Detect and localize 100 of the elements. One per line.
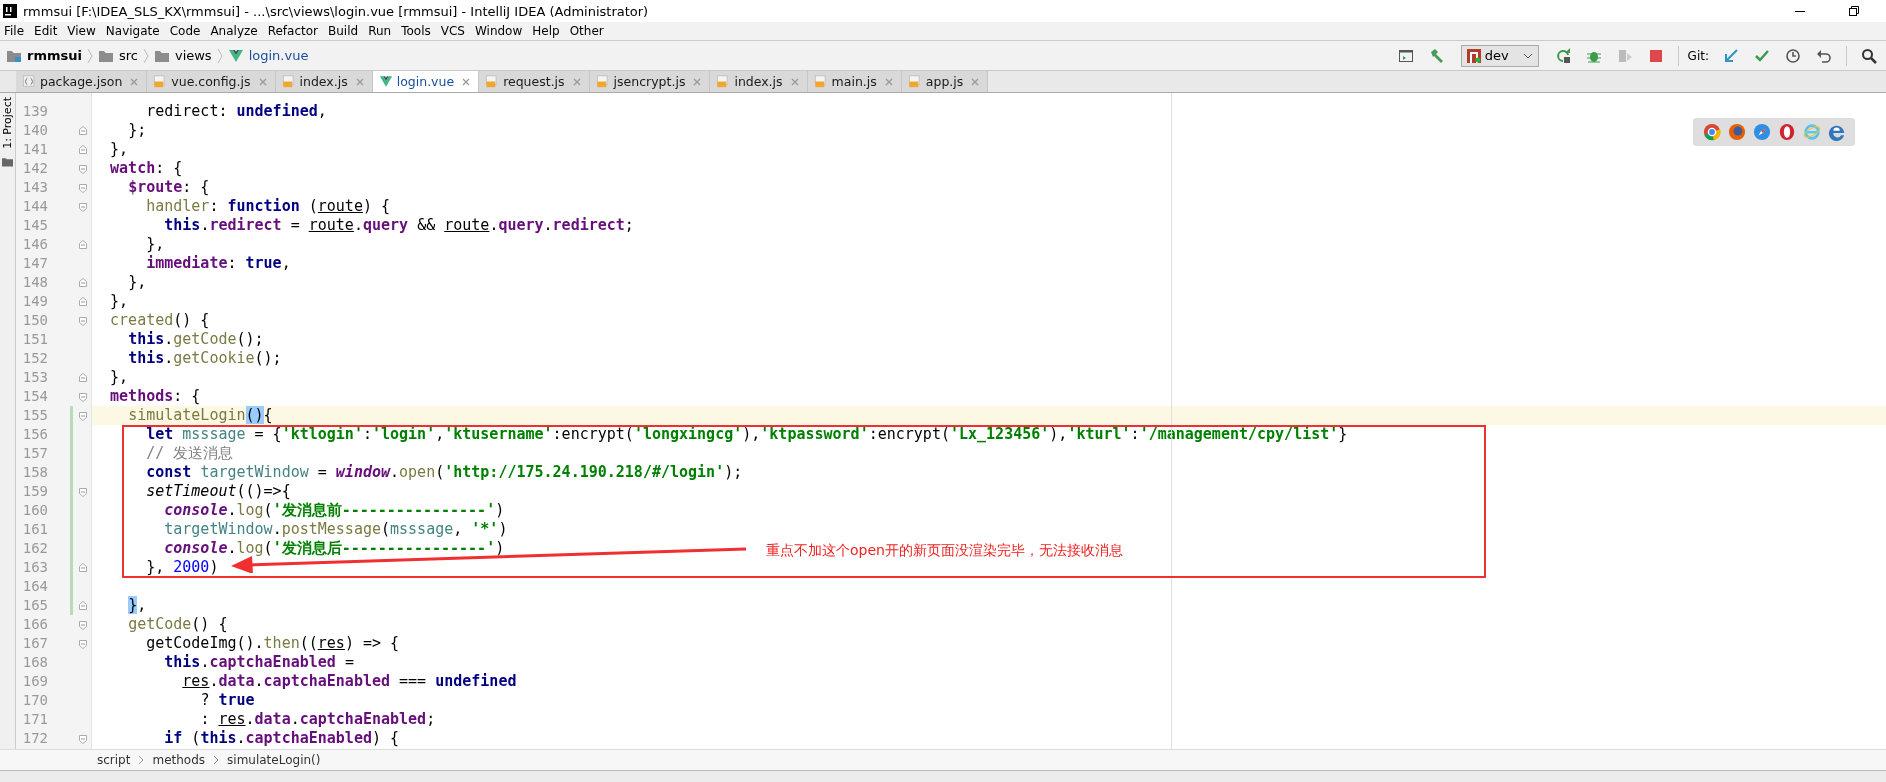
project-tool-tab[interactable]: 1: Project bbox=[1, 93, 14, 153]
menu-item[interactable]: Analyze bbox=[210, 24, 258, 38]
fold-icon[interactable] bbox=[77, 486, 88, 497]
menu-item[interactable]: Help bbox=[532, 24, 560, 38]
property-name: captchaEnabled bbox=[209, 653, 336, 671]
chrome-icon[interactable] bbox=[1702, 123, 1721, 141]
code-text: (( bbox=[299, 634, 318, 652]
property-name: $route bbox=[128, 178, 183, 196]
menu-item[interactable]: Tools bbox=[401, 24, 431, 38]
menu-item[interactable]: Refactor bbox=[267, 24, 319, 38]
arrow-icon[interactable] bbox=[1723, 47, 1739, 64]
coverage-icon[interactable] bbox=[1616, 47, 1633, 64]
folder-icon[interactable] bbox=[2, 156, 13, 167]
fold-icon[interactable] bbox=[77, 372, 88, 383]
menu-item[interactable]: Build bbox=[328, 24, 359, 38]
code-text: . bbox=[489, 216, 499, 234]
close-icon[interactable] bbox=[461, 76, 472, 87]
code-text: (()=>{ bbox=[236, 482, 291, 500]
string-literal: 'Lx_123456' bbox=[949, 425, 1050, 443]
compass-icon[interactable] bbox=[1752, 123, 1771, 141]
ie-icon[interactable] bbox=[1802, 123, 1821, 141]
close-icon[interactable] bbox=[129, 76, 140, 87]
menu-item[interactable]: Window bbox=[474, 24, 523, 38]
opera-icon[interactable] bbox=[1777, 123, 1796, 141]
menu-item[interactable]: VCS bbox=[440, 24, 465, 38]
code-text: (); bbox=[254, 349, 282, 367]
fold-icon[interactable] bbox=[77, 277, 88, 288]
menu-item[interactable]: Code bbox=[169, 24, 201, 38]
fold-icon[interactable] bbox=[77, 201, 88, 212]
fold-icon[interactable] bbox=[77, 315, 88, 326]
menu-item[interactable]: View bbox=[67, 24, 96, 38]
breadcrumb-item[interactable]: rmmsui bbox=[27, 48, 82, 63]
breadcrumb-item[interactable]: methods bbox=[152, 753, 206, 767]
file-tab[interactable]: request.js bbox=[479, 71, 590, 92]
fold-icon[interactable] bbox=[77, 638, 88, 649]
fold-icon[interactable] bbox=[77, 562, 88, 573]
fold-icon[interactable] bbox=[77, 239, 88, 250]
code-text: . bbox=[245, 710, 255, 728]
file-tab[interactable]: package.json bbox=[16, 71, 148, 92]
code-text: (); bbox=[236, 330, 264, 348]
firefox-icon[interactable] bbox=[1727, 123, 1746, 141]
fold-icon[interactable] bbox=[77, 600, 88, 611]
line-number: 159 bbox=[21, 482, 48, 501]
file-tab[interactable]: app.js bbox=[901, 71, 989, 92]
string-literal: 'login' bbox=[371, 425, 436, 443]
file-tab[interactable]: vue.config.js bbox=[147, 71, 276, 92]
file-tab[interactable]: main.js bbox=[807, 71, 902, 92]
file-tab[interactable]: index.js bbox=[275, 71, 373, 92]
restore-icon[interactable] bbox=[1848, 5, 1860, 17]
rerun-icon[interactable] bbox=[1554, 47, 1571, 64]
code-text: : bbox=[200, 710, 211, 728]
fold-icon[interactable] bbox=[77, 144, 88, 155]
line-number: 158 bbox=[21, 463, 48, 482]
fold-icon[interactable] bbox=[77, 410, 88, 421]
stop-icon[interactable] bbox=[1647, 47, 1664, 64]
close-icon[interactable] bbox=[789, 76, 800, 87]
chevron-icon bbox=[138, 755, 145, 765]
menu-item[interactable]: Other bbox=[569, 24, 604, 38]
fold-icon[interactable] bbox=[77, 733, 88, 744]
breadcrumb-item[interactable]: views bbox=[174, 48, 212, 63]
close-icon[interactable] bbox=[692, 76, 703, 87]
file-tab[interactable]: login.vue bbox=[372, 71, 480, 92]
line-number: 150 bbox=[21, 311, 48, 330]
close-icon[interactable] bbox=[571, 76, 582, 87]
breadcrumb-item[interactable]: script bbox=[97, 753, 131, 767]
terminal-icon[interactable] bbox=[1397, 47, 1414, 64]
search-icon[interactable] bbox=[1861, 47, 1877, 64]
npm-icon bbox=[1466, 48, 1481, 63]
menu-item[interactable]: Run bbox=[368, 24, 392, 38]
line-number: 151 bbox=[21, 330, 48, 349]
hammer-icon[interactable] bbox=[1428, 47, 1445, 64]
fold-icon[interactable] bbox=[77, 182, 88, 193]
close-icon[interactable] bbox=[257, 76, 268, 87]
close-icon[interactable] bbox=[354, 76, 365, 87]
variable-name: msssage bbox=[182, 425, 246, 443]
fold-icon[interactable] bbox=[77, 619, 88, 630]
menu-item[interactable]: File bbox=[4, 24, 25, 38]
menu-item[interactable]: Edit bbox=[34, 24, 58, 38]
fold-icon[interactable] bbox=[77, 125, 88, 136]
edge-icon[interactable] bbox=[1827, 123, 1846, 141]
property-name: data bbox=[254, 710, 291, 728]
fold-icon[interactable] bbox=[77, 391, 88, 402]
close-icon[interactable] bbox=[970, 76, 981, 87]
fold-icon[interactable] bbox=[77, 296, 88, 307]
file-tab[interactable]: jsencrypt.js bbox=[589, 71, 711, 92]
parameter-name: res bbox=[182, 672, 210, 690]
close-icon[interactable] bbox=[883, 76, 894, 87]
fold-icon[interactable] bbox=[77, 163, 88, 174]
run-config-dropdown[interactable]: dev bbox=[1460, 44, 1539, 67]
code-text: . bbox=[200, 653, 210, 671]
number-literal: 2000 bbox=[173, 558, 210, 576]
breadcrumb-item[interactable]: src bbox=[118, 48, 138, 63]
property-name: captchaEnabled bbox=[245, 729, 372, 747]
parameter-name: res bbox=[218, 710, 246, 728]
menu-item[interactable]: Navigate bbox=[105, 24, 160, 38]
breadcrumb-item[interactable]: simulateLogin() bbox=[227, 753, 321, 767]
clock-icon[interactable] bbox=[1785, 47, 1801, 64]
breadcrumb-item[interactable]: login.vue bbox=[248, 48, 309, 63]
string-literal: '发消息前----------------' bbox=[272, 501, 496, 519]
file-tab[interactable]: index.js bbox=[710, 71, 808, 92]
